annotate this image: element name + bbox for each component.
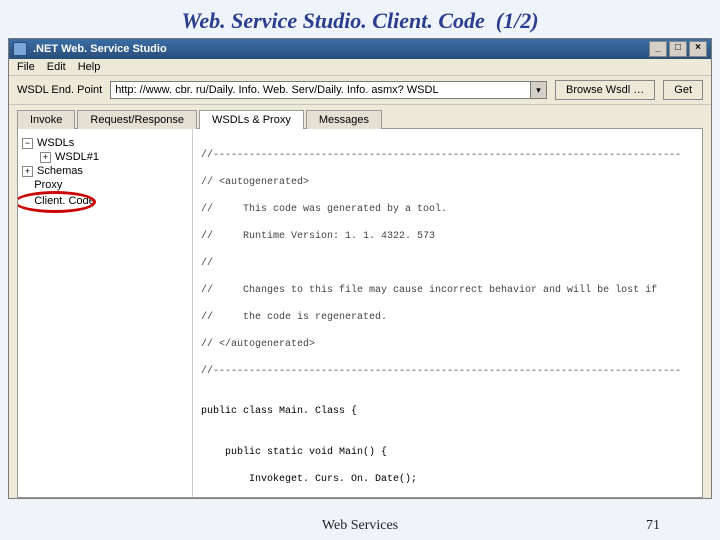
tab-request-response[interactable]: Request/Response [77, 110, 197, 129]
menubar: File Edit Help [9, 59, 711, 76]
code-line: // Changes to this file may cause incorr… [201, 284, 694, 298]
code-line: //--------------------------------------… [201, 149, 694, 163]
menu-file[interactable]: File [17, 61, 35, 73]
endpoint-input[interactable] [110, 81, 531, 99]
maximize-button[interactable]: □ [669, 41, 687, 57]
minimize-button[interactable]: _ [649, 41, 667, 57]
tab-messages[interactable]: Messages [306, 110, 382, 129]
browse-wsdl-button[interactable]: Browse Wsdl … [555, 80, 655, 100]
tree-wsdls[interactable]: −WSDLs [22, 137, 188, 149]
tree-proxy[interactable]: Proxy [22, 179, 188, 191]
code-line: // This code was generated by a tool. [201, 203, 694, 217]
menu-help[interactable]: Help [78, 61, 101, 73]
slide-title-main: Web. Service Studio. Client. Code [181, 8, 484, 33]
footer-page: 71 [646, 518, 660, 534]
tree-panel: −WSDLs +WSDL#1 +Schemas Proxy Client. Co… [18, 129, 193, 497]
endpoint-dropdown-icon[interactable]: ▾ [531, 81, 547, 99]
plus-icon[interactable]: + [40, 152, 51, 163]
code-pane[interactable]: //--------------------------------------… [193, 129, 702, 497]
tree-wsdl-1[interactable]: +WSDL#1 [40, 151, 188, 163]
app-icon [13, 42, 27, 56]
tree-clientcode[interactable]: Client. Code [22, 195, 95, 207]
slide-title-part: (1/2) [496, 8, 539, 33]
titlebar: .NET Web. Service Studio _ □ × [9, 39, 711, 59]
app-window: .NET Web. Service Studio _ □ × File Edit… [8, 38, 712, 499]
code-line: Invokeget. Curs. On. Date(); [201, 473, 694, 487]
content-pane: −WSDLs +WSDL#1 +Schemas Proxy Client. Co… [17, 128, 703, 498]
close-button[interactable]: × [689, 41, 707, 57]
tree-schemas[interactable]: +Schemas [22, 165, 188, 177]
code-line: public class Main. Class { [201, 405, 694, 419]
tab-row: Invoke Request/Response WSDLs & Proxy Me… [9, 105, 711, 128]
get-button[interactable]: Get [663, 80, 703, 100]
footer-center: Web Services [322, 518, 398, 534]
tab-invoke[interactable]: Invoke [17, 110, 75, 129]
menu-edit[interactable]: Edit [47, 61, 66, 73]
code-line: // Runtime Version: 1. 1. 4322. 573 [201, 230, 694, 244]
tab-wsdls-proxy[interactable]: WSDLs & Proxy [199, 110, 304, 129]
endpoint-toolbar: WSDL End. Point ▾ Browse Wsdl … Get [9, 76, 711, 105]
code-line: //--------------------------------------… [201, 365, 694, 379]
code-line: // <autogenerated> [201, 176, 694, 190]
minus-icon[interactable]: − [22, 138, 33, 149]
slide-title: Web. Service Studio. Client. Code (1/2) [0, 0, 720, 38]
endpoint-label: WSDL End. Point [17, 84, 102, 96]
plus-icon[interactable]: + [22, 166, 33, 177]
code-line: // [201, 257, 694, 271]
code-line: // the code is regenerated. [201, 311, 694, 325]
code-line: // </autogenerated> [201, 338, 694, 352]
code-line: public static void Main() { [201, 446, 694, 460]
slide-footer: Web Services 71 [0, 518, 720, 534]
window-title: .NET Web. Service Studio [33, 43, 167, 55]
